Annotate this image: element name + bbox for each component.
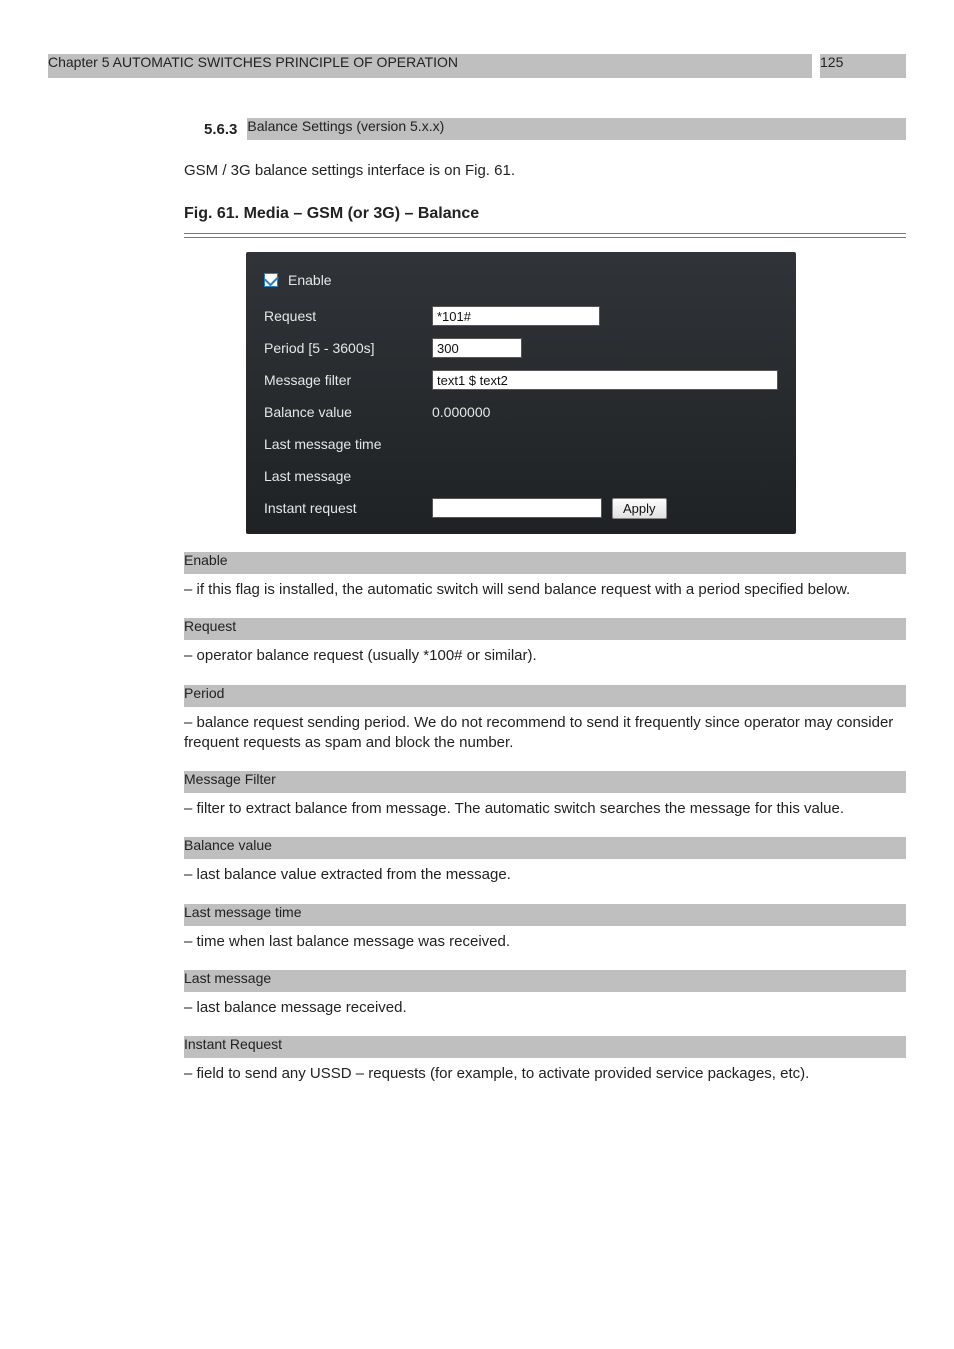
instant-request-label: Instant request <box>264 500 432 516</box>
enable-checkbox[interactable] <box>264 273 278 287</box>
para-text: – operator balance request (usually *100… <box>184 646 906 666</box>
para-text: – balance request sending period. We do … <box>184 713 906 754</box>
instant-request-input[interactable] <box>432 498 602 518</box>
top-highlight-right: 125 <box>820 54 906 78</box>
period-input[interactable] <box>432 338 522 358</box>
balance-panel: Enable Request Period [5 - 3600s] Messag… <box>246 252 796 534</box>
section-heading: 5.6.3 Balance Settings (version 5.x.x) <box>204 118 906 140</box>
section-title-highlight: Balance Settings (version 5.x.x) <box>247 118 906 140</box>
top-highlight-left: Chapter 5 AUTOMATIC SWITCHES PRINCIPLE O… <box>48 54 812 78</box>
enable-label: Enable <box>288 272 332 288</box>
para-text: – time when last balance message was rec… <box>184 932 906 952</box>
message-filter-label: Message filter <box>264 372 432 388</box>
para-text: – last balance message received. <box>184 998 906 1018</box>
para-head: Period <box>184 685 906 707</box>
paragraph-list: Enable – if this flag is installed, the … <box>48 552 906 1084</box>
para-head: Instant Request <box>184 1036 906 1058</box>
para-text: – filter to extract balance from message… <box>184 799 906 819</box>
para-text: – field to send any USSD – requests (for… <box>184 1064 906 1084</box>
request-label: Request <box>264 308 432 324</box>
para-text: – if this flag is installed, the automat… <box>184 580 906 600</box>
message-filter-input[interactable] <box>432 370 778 390</box>
balance-value: 0.000000 <box>432 404 490 420</box>
section-number: 5.6.3 <box>204 121 237 138</box>
hr-bottom <box>184 237 906 238</box>
para-head: Last message time <box>184 904 906 926</box>
para-head: Message Filter <box>184 771 906 793</box>
period-label: Period [5 - 3600s] <box>264 340 432 356</box>
para-text: – last balance value extracted from the … <box>184 865 906 885</box>
intro-text: GSM / 3G balance settings interface is o… <box>184 162 906 179</box>
para-head: Last message <box>184 970 906 992</box>
last-message-label: Last message <box>264 468 432 484</box>
para-head: Enable <box>184 552 906 574</box>
request-input[interactable] <box>432 306 600 326</box>
hr-top <box>184 233 906 234</box>
apply-button[interactable]: Apply <box>612 498 667 519</box>
balance-value-label: Balance value <box>264 404 432 420</box>
para-head: Balance value <box>184 837 906 859</box>
last-message-time-label: Last message time <box>264 436 432 452</box>
figure-caption: Fig. 61. Media – GSM (or 3G) – Balance <box>184 205 906 223</box>
chapter-top-bars: Chapter 5 AUTOMATIC SWITCHES PRINCIPLE O… <box>48 54 906 78</box>
para-head: Request <box>184 618 906 640</box>
